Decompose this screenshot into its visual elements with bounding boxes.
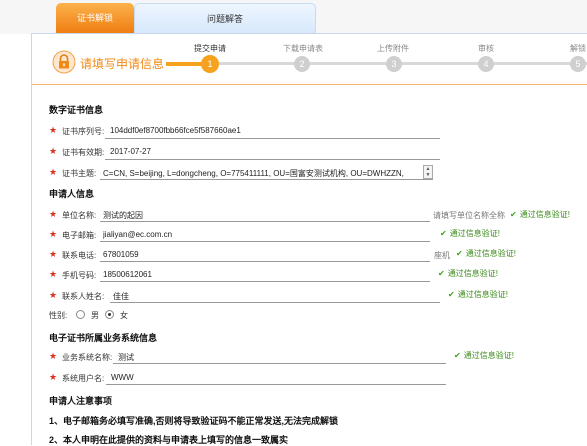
email-label: 电子邮箱: (62, 231, 97, 240)
mobile-verified: ✔ 通过信息验证! (438, 269, 498, 278)
cert-serial-value: 104ddf0ef8700fbb66fce5f587660ae1 (110, 126, 241, 135)
cert-serial-underline (105, 138, 440, 139)
page-title: 请填写申请信息 (80, 57, 165, 71)
checkmark-icon: ✔ (454, 351, 461, 360)
step-label-review: 审核 (478, 44, 494, 53)
required-mark: ★ (49, 269, 58, 279)
gender-male-radio[interactable] (76, 310, 85, 319)
checkmark-icon: ✔ (448, 290, 455, 299)
step-2: 2 (294, 56, 310, 72)
contact-name-input[interactable]: 佳佳 (113, 291, 433, 302)
gender-female-radio[interactable] (105, 310, 114, 319)
phone-verified: ✔ 通过信息验证! (456, 249, 516, 258)
lock-icon (52, 50, 76, 74)
system-name-underline (113, 363, 446, 364)
checkmark-icon: ✔ (440, 229, 447, 238)
header-divider (32, 84, 587, 85)
system-user-label: 系统用户名: (62, 374, 105, 383)
email-verified: ✔ 通过信息验证! (440, 229, 500, 238)
cert-subject-label: 证书主题: (62, 169, 97, 178)
checkmark-icon: ✔ (510, 210, 517, 219)
note-item: 1、电子邮箱务必填写准确,否则将导致验证码不能正常发送,无法完成解锁 (49, 416, 339, 426)
phone-hint: 座机 (434, 251, 450, 260)
step-5: 5 (570, 56, 586, 72)
system-name-verified: ✔ 通过信息验证! (454, 351, 514, 360)
email-underline (100, 241, 430, 242)
unit-name-verified: ✔ 通过信息验证! (510, 210, 570, 219)
required-mark: ★ (49, 290, 58, 300)
mobile-input[interactable]: 18500612061 (103, 270, 423, 279)
tab-faq[interactable]: 问题解答 (134, 3, 316, 34)
required-mark: ★ (49, 146, 58, 156)
checkmark-icon: ✔ (438, 269, 445, 278)
unit-name-hint: 请填写单位名称全称 (433, 211, 505, 220)
required-mark: ★ (49, 351, 58, 361)
tab-certificate-unlock[interactable]: 证书解锁 (56, 3, 134, 33)
cert-validity-value: 2017-07-27 (110, 147, 151, 156)
unit-name-label: 单位名称: (62, 211, 97, 220)
phone-label: 联系电话: (62, 251, 97, 260)
system-name-input[interactable]: 测试 (118, 352, 438, 363)
section-business-system: 电子证书所属业务系统信息 (49, 333, 158, 343)
section-notes: 申请人注意事项 (49, 396, 113, 406)
mobile-underline (100, 281, 430, 282)
cert-validity-label: 证书有效期: (62, 148, 105, 157)
unit-name-input[interactable]: 测试的起因 (103, 210, 423, 221)
required-mark: ★ (49, 372, 58, 382)
section-applicant-info: 申请人信息 (49, 189, 95, 199)
required-mark: ★ (49, 125, 58, 135)
required-mark: ★ (49, 229, 58, 239)
gender-male-label: 男 (91, 311, 99, 320)
step-4: 4 (478, 56, 494, 72)
contact-name-label: 联系人姓名: (62, 292, 105, 301)
step-1: 1 (201, 55, 219, 73)
required-mark: ★ (49, 209, 58, 219)
cert-validity-underline (105, 159, 440, 160)
system-user-input[interactable]: WWW (111, 373, 431, 382)
note-item: 2、本人申明在此提供的资料与申请表上填写的信息一致属实 (49, 435, 289, 445)
step-3: 3 (386, 56, 402, 72)
step-label-download: 下载申请表 (283, 44, 323, 53)
email-input[interactable]: jialiyan@ec.com.cn (103, 230, 423, 239)
contact-name-verified: ✔ 通过信息验证! (448, 290, 508, 299)
unit-name-underline (100, 221, 430, 222)
section-cert-info: 数字证书信息 (49, 105, 104, 115)
required-mark: ★ (49, 167, 58, 177)
step-label-unlock: 解锁 (570, 44, 586, 53)
phone-underline (100, 261, 430, 262)
cert-subject-underline (100, 179, 433, 180)
cert-serial-label: 证书序列号: (62, 127, 105, 136)
contact-name-underline (110, 302, 440, 303)
required-mark: ★ (49, 249, 58, 259)
step-label-upload: 上传附件 (377, 44, 409, 53)
cert-subject-field[interactable]: C=CN, S=beijing, L=dongcheng, O=77541111… (103, 168, 421, 179)
system-name-label: 业务系统名称: (62, 353, 113, 362)
cert-subject-scroll[interactable]: ▲ ▼ (423, 165, 433, 179)
phone-input[interactable]: 67801059 (103, 250, 423, 259)
step-label-submit: 提交申请 (194, 44, 226, 53)
gender-female-label: 女 (120, 311, 128, 320)
gender-label: 性别: (49, 311, 68, 320)
mobile-label: 手机号码: (62, 271, 97, 280)
checkmark-icon: ✔ (456, 249, 463, 258)
system-user-underline (106, 384, 446, 385)
